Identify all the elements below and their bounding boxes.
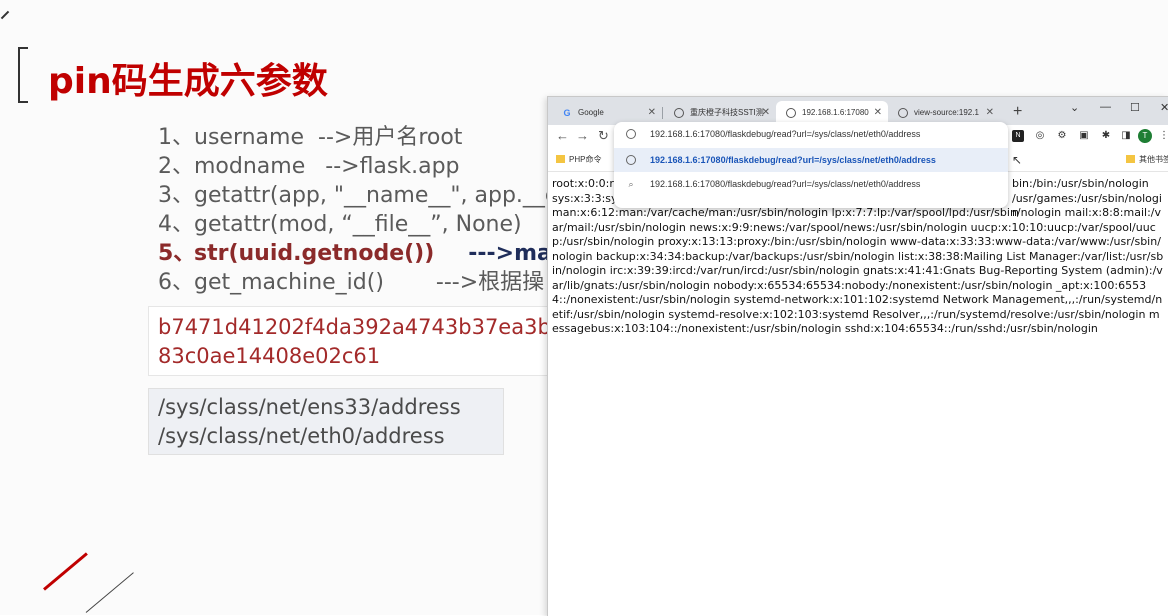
suggestion-item[interactable]: ⌕ 192.168.1.6:17080/flaskdebug/read?url=… — [614, 172, 1008, 196]
param-number: 2、 — [158, 154, 194, 179]
menu-icon[interactable]: ⋮ — [1158, 130, 1168, 142]
pin-hash-box: b7471d41202f4da392a4743b37ea3b 83c0ae144… — [148, 306, 568, 376]
suggestion-text: 192.168.1.6:17080/flaskdebug/read?url=/s… — [650, 179, 921, 189]
address-input[interactable]: 192.168.1.6:17080/flaskdebug/read?url=/s… — [614, 122, 1008, 146]
param-code: modname — [194, 154, 306, 179]
title-bracket — [18, 47, 28, 103]
bookmark-label: 其他书签 — [1139, 155, 1168, 164]
address-value: 192.168.1.6:17080/flaskdebug/read?url=/s… — [650, 129, 921, 139]
param-list: 1、username -->用户名root 2、modname -->flask.a… — [158, 123, 587, 297]
address-bar-dropdown[interactable]: 192.168.1.6:17080/flaskdebug/read?url=/s… — [614, 122, 1008, 208]
tab-strip: G Google ✕ 重庆橙子科技SSTI测 ✕ 192.168.1.6:170… — [548, 97, 1168, 125]
globe-icon — [786, 108, 796, 118]
param-code: get_machine_id() — [194, 270, 384, 295]
param-code: str(uuid.getnode()) — [194, 241, 435, 266]
forward-icon[interactable]: → — [576, 128, 589, 144]
tab-search-icon[interactable]: ⌄ — [1070, 101, 1079, 114]
maximize-icon[interactable]: ☐ — [1130, 101, 1140, 114]
globe-icon — [626, 155, 636, 165]
passwd-text: bin:/bin:/usr/sbin/nologin — [1012, 177, 1149, 190]
tab-label: 重庆橙子科技SSTI测 — [690, 108, 764, 117]
param-arrow: --> — [325, 154, 360, 179]
extension-icon[interactable]: N — [1012, 130, 1024, 142]
record-icon[interactable]: ◎ — [1034, 130, 1046, 142]
window-close-icon[interactable]: ✕ — [1160, 101, 1168, 114]
param-item: 3、getattr(app, "__name__", app.__c — [158, 181, 587, 210]
param-item: 6、get_machine_id() --->根据操 — [158, 268, 587, 297]
avatar[interactable]: T — [1138, 129, 1152, 143]
site-info-icon[interactable] — [626, 129, 636, 139]
tab-separator — [662, 107, 663, 119]
passwd-text: sys:x:3:3:sys — [552, 191, 624, 205]
param-number: 6、 — [158, 270, 194, 295]
minimize-icon[interactable]: — — [1100, 101, 1111, 113]
reload-icon[interactable]: ↻ — [598, 128, 609, 144]
folder-icon — [1126, 155, 1135, 163]
back-icon[interactable]: ← — [556, 128, 569, 144]
settings-icon[interactable]: ⚙ — [1056, 130, 1068, 142]
param-item: 5、str(uuid.getnode())--->mac地 — [158, 239, 587, 268]
slide-title: pin码生成六参数 — [48, 61, 328, 102]
suggestion-item[interactable]: 192.168.1.6:17080/flaskdebug/read?url=/s… — [614, 148, 1008, 172]
param-note: 根据操 — [478, 270, 545, 295]
passwd-body: man:x:6:12:man:/var/cache/man:/usr/sbin/… — [552, 206, 1164, 335]
bookmark-label: PHP命令 — [569, 155, 602, 164]
google-icon: G — [563, 108, 571, 118]
suggestion-text: 192.168.1.6:17080/flaskdebug/read?url=/s… — [650, 155, 936, 165]
param-arrow: ---> — [468, 241, 515, 266]
param-code: getattr(mod, “__file__”, None) — [194, 212, 522, 237]
new-tab-button[interactable]: + — [1013, 103, 1022, 121]
browser-window: G Google ✕ 重庆橙子科技SSTI测 ✕ 192.168.1.6:170… — [547, 96, 1168, 616]
mouse-cursor-icon: ↖ — [1012, 153, 1023, 167]
globe-icon — [674, 108, 684, 118]
bookmark-item[interactable]: PHP命令 — [556, 154, 601, 165]
search-icon: ⌕ — [628, 179, 634, 189]
passwd-text: root:x:0:0:ro — [552, 177, 621, 190]
param-note: 用户名root — [352, 125, 463, 150]
tab-label: 192.168.1.6:17080 — [802, 108, 869, 117]
param-arrow: ---> — [435, 270, 479, 295]
bookmark-item[interactable]: 其他书签 — [1126, 154, 1168, 165]
path-line: /sys/class/net/ens33/address — [158, 395, 461, 419]
tab-label: view-source:192.1 — [914, 108, 979, 117]
dark-slash-decoration — [85, 572, 134, 613]
param-note: flask.app — [359, 154, 460, 179]
folder-icon — [556, 155, 565, 163]
mac-path-box: /sys/class/net/ens33/address /sys/class/… — [148, 388, 504, 455]
reading-list-icon[interactable]: ▣ — [1078, 130, 1090, 142]
globe-icon — [898, 108, 908, 118]
param-item: 2、modname -->flask.app — [158, 152, 587, 181]
param-code: getattr(app, "__name__", app.__c — [194, 183, 557, 208]
param-code: username — [194, 125, 304, 150]
hash-line: 83c0ae14408e02c61 — [158, 344, 381, 368]
param-number: 4、 — [158, 212, 194, 237]
passwd-text: /usr/games:/usr/sbin/nologin — [1012, 191, 1162, 220]
param-item: 1、username -->用户名root — [158, 123, 587, 152]
param-item: 4、getattr(mod, “__file__”, None)- — [158, 210, 587, 239]
param-arrow: --> — [318, 125, 353, 150]
param-number: 1、 — [158, 125, 194, 150]
corner-decoration — [0, 10, 10, 20]
red-slash-decoration — [43, 552, 88, 591]
tab-label: Google — [578, 108, 604, 117]
param-number: 5、 — [158, 241, 196, 266]
puzzle-icon[interactable]: ✱ — [1100, 130, 1112, 142]
hash-line: b7471d41202f4da392a4743b37ea3b — [158, 315, 551, 339]
side-panel-icon[interactable]: ◨ — [1120, 130, 1132, 142]
param-number: 3、 — [158, 183, 194, 208]
path-line: /sys/class/net/eth0/address — [158, 424, 445, 448]
